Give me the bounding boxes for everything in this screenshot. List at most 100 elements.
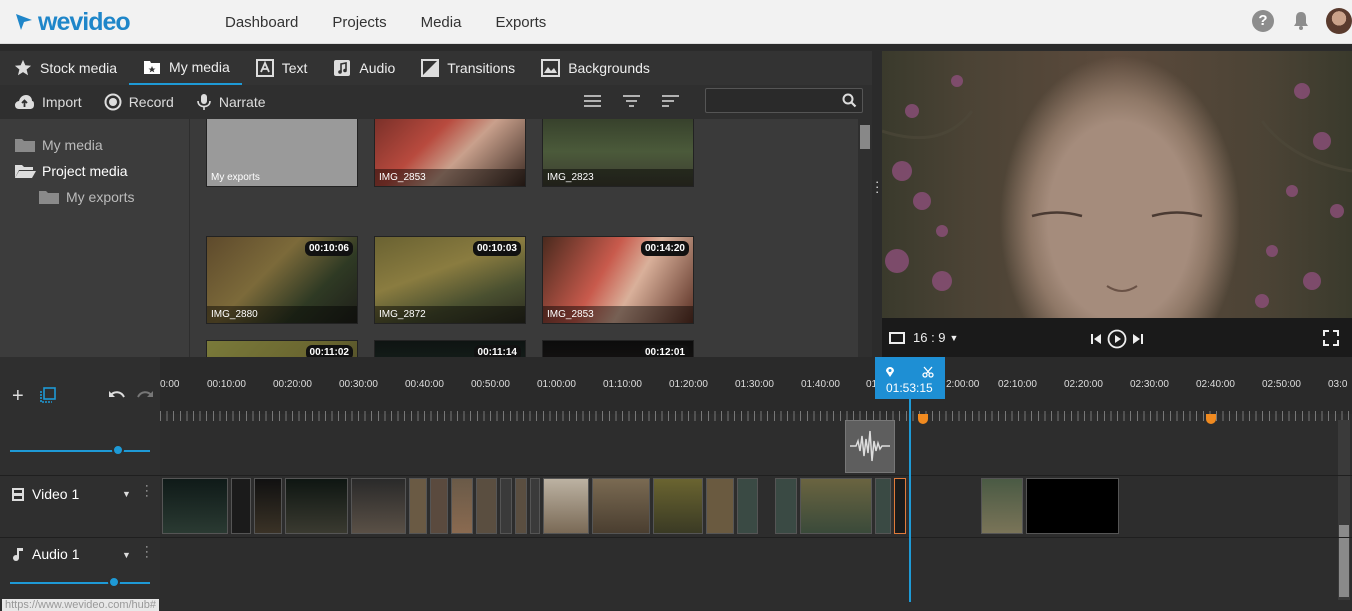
track-menu-icon[interactable]: · · · <box>145 481 149 502</box>
tab-label: Audio <box>359 60 396 76</box>
timeline-marker[interactable] <box>1206 414 1216 424</box>
nav-media[interactable]: Media <box>421 14 462 31</box>
top-bar: wevideo Dashboard Projects Media Exports… <box>0 0 1352 44</box>
skip-back-icon[interactable] <box>1090 333 1102 345</box>
thumb-name: IMG_2872 <box>375 306 525 323</box>
video-clip[interactable] <box>500 478 512 534</box>
video-clip[interactable] <box>285 478 348 534</box>
narrate-button[interactable]: Narrate <box>196 93 266 111</box>
video-clip[interactable] <box>800 478 872 534</box>
audio-clip[interactable] <box>845 420 895 473</box>
playhead[interactable]: 01:53:15 <box>875 357 945 399</box>
scrollbar-thumb[interactable] <box>860 125 870 149</box>
ruler-label: 00:50:00 <box>471 379 510 390</box>
video-clip-selected[interactable] <box>894 478 906 534</box>
location-pin-icon[interactable] <box>885 366 895 378</box>
timeline-marker[interactable] <box>918 414 928 424</box>
nav-dashboard[interactable]: Dashboard <box>225 14 298 31</box>
video-clip[interactable] <box>653 478 703 534</box>
audio-track-header: Audio 1 <box>12 546 79 562</box>
volume-slider-knob[interactable] <box>108 576 120 588</box>
tab-stock-media[interactable]: Stock media <box>0 51 129 85</box>
video-clip[interactable] <box>775 478 797 534</box>
media-thumb[interactable]: 00:10:06 IMG_2880 <box>206 236 358 324</box>
search-icon[interactable] <box>842 93 857 108</box>
tab-backgrounds[interactable]: Backgrounds <box>527 51 662 85</box>
tab-audio[interactable]: Audio <box>319 51 407 85</box>
timeline-ruler[interactable]: 0:00 00:10:00 00:20:00 00:30:00 00:40:00… <box>160 357 1352 414</box>
ruler-label: 02:50:00 <box>1262 379 1301 390</box>
undo-icon[interactable] <box>108 389 126 403</box>
thumb-duration: 00:14:20 <box>640 241 689 256</box>
media-thumb[interactable]: 00:11:02 <box>206 340 358 357</box>
video-clip[interactable] <box>543 478 589 534</box>
video-clip[interactable] <box>706 478 734 534</box>
import-button[interactable]: Import <box>14 94 82 110</box>
media-thumb[interactable]: 00:14:20 IMG_2853 <box>542 236 694 324</box>
video-clip[interactable] <box>451 478 473 534</box>
aspect-ratio-dropdown[interactable]: 16 : 9 ▼ <box>889 330 958 345</box>
skip-forward-icon[interactable] <box>1132 333 1144 345</box>
media-thumb[interactable]: 00:12:01 <box>542 340 694 357</box>
ruler-label: 00:20:00 <box>273 379 312 390</box>
wevideo-logo[interactable]: wevideo <box>14 8 131 36</box>
thumb-duration: 00:11:14 <box>473 345 521 357</box>
redo-icon[interactable] <box>136 389 154 403</box>
video-clip[interactable] <box>592 478 650 534</box>
video-clip[interactable] <box>409 478 427 534</box>
video-track: Video 1 ▼ · · · <box>0 475 1352 537</box>
bell-icon[interactable] <box>1292 11 1310 31</box>
media-tabs: Stock media My media Text Audio Transiti… <box>0 51 872 85</box>
tab-my-media[interactable]: My media <box>129 51 242 85</box>
track-menu-icon[interactable]: · · · <box>145 542 149 563</box>
video-clip[interactable] <box>875 478 891 534</box>
copy-layers-icon[interactable] <box>40 387 56 403</box>
video-clip[interactable] <box>162 478 228 534</box>
playhead-line[interactable] <box>909 397 911 610</box>
help-icon[interactable]: ? <box>1252 10 1274 32</box>
folder-project-media[interactable]: Project media <box>14 163 128 179</box>
video-clip[interactable] <box>981 478 1023 534</box>
track-dropdown-icon[interactable]: ▼ <box>122 550 131 560</box>
record-button[interactable]: Record <box>104 93 174 111</box>
video-clip[interactable] <box>430 478 448 534</box>
track-dropdown-icon[interactable]: ▼ <box>122 489 131 499</box>
screen-icon <box>889 331 905 344</box>
volume-slider[interactable] <box>10 582 150 584</box>
folder-icon <box>15 139 35 152</box>
scissors-icon[interactable] <box>922 366 934 378</box>
video-clip[interactable] <box>737 478 758 534</box>
folder-my-exports[interactable]: My exports <box>38 189 134 205</box>
play-icon[interactable] <box>1107 329 1127 349</box>
video-preview[interactable] <box>882 51 1352 318</box>
folder-my-media[interactable]: My media <box>14 137 103 153</box>
media-thumb[interactable]: IMG_2823 <box>542 119 694 187</box>
media-thumb[interactable]: IMG_2853 <box>374 119 526 187</box>
media-scrollbar[interactable] <box>858 119 872 357</box>
sort-icon[interactable] <box>661 94 680 113</box>
media-thumb[interactable]: 00:11:14 <box>374 340 526 357</box>
tab-transitions[interactable]: Transitions <box>407 51 527 85</box>
search-input[interactable] <box>706 89 836 112</box>
video-clip[interactable] <box>530 478 540 534</box>
add-track-icon[interactable]: + <box>12 385 24 408</box>
panel-resize-handle[interactable]: · · · <box>872 51 882 357</box>
video-clip[interactable] <box>476 478 497 534</box>
list-view-icon[interactable] <box>583 94 602 113</box>
tab-text[interactable]: Text <box>242 51 320 85</box>
video-clip[interactable] <box>1026 478 1119 534</box>
caret-down-icon: ▼ <box>949 332 959 343</box>
video-clip[interactable] <box>515 478 527 534</box>
fullscreen-icon[interactable] <box>1323 330 1339 346</box>
media-thumb[interactable]: My exports <box>206 119 358 187</box>
video-clip[interactable] <box>231 478 251 534</box>
nav-projects[interactable]: Projects <box>332 14 386 31</box>
avatar[interactable] <box>1326 8 1352 34</box>
media-thumb[interactable]: 00:10:03 IMG_2872 <box>374 236 526 324</box>
filter-icon[interactable] <box>622 94 641 113</box>
nav-exports[interactable]: Exports <box>495 14 546 31</box>
zoom-slider-knob[interactable] <box>112 444 124 456</box>
zoom-slider[interactable] <box>10 450 150 452</box>
video-clip[interactable] <box>351 478 406 534</box>
video-clip[interactable] <box>254 478 282 534</box>
